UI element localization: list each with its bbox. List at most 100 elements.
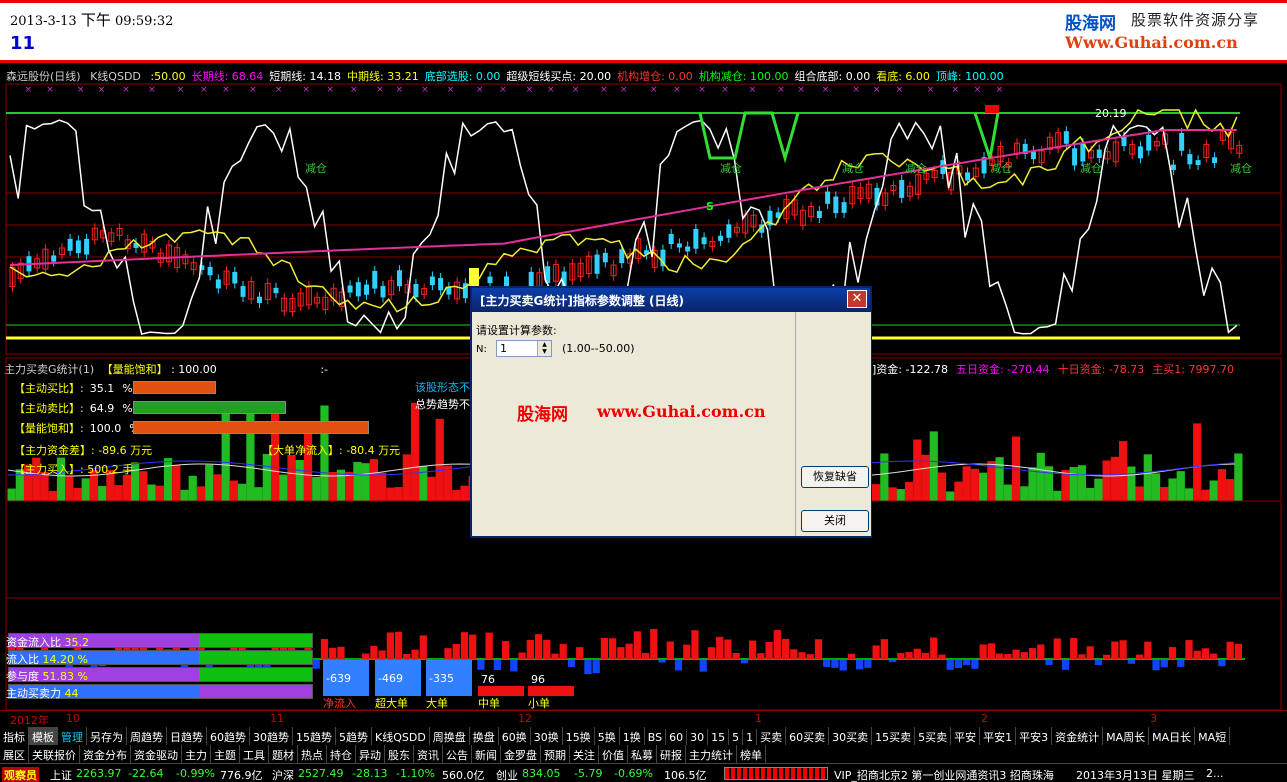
toolbar2-tab-20[interactable]: 研报 — [657, 745, 686, 763]
flow-bar-in — [1119, 640, 1127, 659]
toolbar1-tab-12[interactable]: 换盘 — [470, 727, 499, 745]
toolbar2-tab-21[interactable]: 主力统计 — [686, 745, 737, 763]
flow-box-value-2: -335 — [429, 672, 454, 685]
toolbar1-tab-34[interactable]: MA日长 — [1149, 727, 1196, 745]
toolbar2-tab-0[interactable]: 展区 — [0, 745, 29, 763]
flow-bar-in — [460, 632, 469, 659]
toolbar1-tab-20[interactable]: 30 — [687, 729, 709, 745]
toolbar1-tab-32[interactable]: 资金统计 — [1052, 727, 1104, 745]
toolbar2-tab-16[interactable]: 预期 — [541, 745, 570, 763]
watermark-url: www.Guhai.com.cn — [597, 402, 766, 421]
flow-bar-out — [856, 660, 864, 670]
toolbar2-tab-14[interactable]: 新闻 — [472, 745, 501, 763]
close-icon[interactable]: ✕ — [847, 290, 867, 308]
toolbar1-tab-33[interactable]: MA周长 — [1103, 727, 1150, 745]
flow-bar-out — [1094, 660, 1103, 666]
toolbar1-tab-26[interactable]: 30买卖 — [829, 727, 873, 745]
toolbar1-tab-24[interactable]: 买卖 — [757, 727, 787, 745]
volume-bar — [402, 454, 411, 501]
flow-bar-in — [1185, 640, 1193, 659]
big-inflow: 【大单净流入】: -80.4 万元 — [262, 444, 401, 457]
toolbar2-tab-18[interactable]: 价值 — [599, 745, 628, 763]
toolbar1-tab-11[interactable]: 周换盘 — [430, 727, 470, 745]
toolbar1-tab-19[interactable]: 60 — [666, 729, 688, 745]
toolbar1-tab-29[interactable]: 平安 — [951, 727, 981, 745]
brand-label[interactable]: 观察员 — [2, 767, 39, 782]
toolbar2-tab-13[interactable]: 公告 — [443, 745, 472, 763]
flow-bar-out — [584, 660, 592, 675]
toolbar2-tab-15[interactable]: 金罗盘 — [501, 745, 541, 763]
toolbar2-tab-19[interactable]: 私募 — [628, 745, 657, 763]
toolbar1-tab-8[interactable]: 15趋势 — [293, 727, 336, 745]
flow-bar-out — [477, 660, 485, 670]
toolbar2-tab-1[interactable]: 关联报价 — [29, 745, 80, 763]
toolbar1-tab-6[interactable]: 60趋势 — [207, 727, 250, 745]
toolbar1-tab-1[interactable]: 模板 — [29, 727, 58, 745]
toolbar1-tab-0[interactable]: 指标 — [0, 727, 29, 745]
volume-bar — [1160, 486, 1169, 501]
toolbar2-tab-11[interactable]: 股东 — [385, 745, 414, 763]
toolbar2-tab-12[interactable]: 资讯 — [414, 745, 443, 763]
flow-bar-in — [502, 641, 510, 659]
toolbar1-tab-15[interactable]: 15换 — [563, 727, 595, 745]
sh-pct: -0.99% — [176, 767, 215, 780]
param-n-input[interactable]: 1 ▲ ▼ — [496, 340, 552, 357]
volume-bar — [188, 475, 197, 501]
volume-bar — [1226, 479, 1235, 501]
toolbar2-tab-5[interactable]: 主题 — [211, 745, 240, 763]
toolbar1-tab-4[interactable]: 周趋势 — [127, 727, 167, 745]
toolbar1-tab-31[interactable]: 平安3 — [1016, 727, 1053, 745]
volume-bar — [303, 422, 313, 501]
toolbar1-tab-17[interactable]: 1换 — [620, 727, 645, 745]
toolbar1-tab-3[interactable]: 另存为 — [87, 727, 127, 745]
restore-default-button[interactable]: 恢复缺省 — [801, 466, 869, 488]
toolbar2-tab-7[interactable]: 题材 — [269, 745, 298, 763]
toolbar2-tab-3[interactable]: 资金驱动 — [131, 745, 182, 763]
toolbar1-tab-13[interactable]: 60换 — [499, 727, 531, 745]
toolbar1-tab-28[interactable]: 5买卖 — [915, 727, 952, 745]
toolbar1-tab-9[interactable]: 5趋势 — [336, 727, 372, 745]
volume-bar — [872, 484, 881, 501]
volume-bar — [1217, 469, 1227, 501]
dialog-titlebar[interactable]: [主力买卖G统计]指标参数调整 (日线) ✕ — [472, 288, 870, 312]
flow-bar-out — [567, 660, 576, 668]
date-tick-5: 2 — [981, 712, 988, 725]
flow-bar-in — [1226, 641, 1234, 659]
flow-bar-out — [1152, 660, 1160, 671]
news-ticker[interactable]: VIP_招商北京2 第一创业网通资讯3 招商珠海 — [834, 767, 1054, 782]
toolbar1-tab-5[interactable]: 日趋势 — [167, 727, 207, 745]
volume-bar — [1110, 456, 1120, 501]
volume-bar — [1053, 490, 1062, 501]
toolbar1-tab-2[interactable]: 管理 — [58, 727, 87, 745]
toolbar1-tab-10[interactable]: K线QSDD — [372, 727, 430, 745]
toolbar2-tab-2[interactable]: 资金分布 — [80, 745, 131, 763]
toolbar1-tab-22[interactable]: 5 — [729, 729, 744, 745]
toolbar1-tab-27[interactable]: 15买卖 — [872, 727, 916, 745]
toolbar2-tab-6[interactable]: 工具 — [240, 745, 269, 763]
toolbar1-tab-16[interactable]: 5换 — [595, 727, 620, 745]
cy-pct: -0.69% — [614, 767, 653, 780]
status-date: 2013年3月13日 星期三 — [1076, 769, 1195, 782]
volume-bar — [345, 471, 354, 501]
toolbar1-tab-35[interactable]: MA短 — [1195, 727, 1231, 745]
flow-bar-in — [1086, 646, 1094, 659]
flow-bar-in — [1234, 643, 1242, 659]
toolbar2-tab-8[interactable]: 热点 — [298, 745, 327, 763]
spin-stepper-icon[interactable]: ▲ ▼ — [537, 341, 551, 356]
toolbar1-tab-21[interactable]: 15 — [708, 729, 730, 745]
volume-bar — [1102, 460, 1111, 501]
toolbar1-tab-25[interactable]: 60买卖 — [786, 727, 830, 745]
toolbar1-tab-7[interactable]: 30趋势 — [250, 727, 293, 745]
toolbar2-tab-10[interactable]: 异动 — [356, 745, 385, 763]
toolbar2-tab-4[interactable]: 主力 — [182, 745, 211, 763]
toolbar1-tab-30[interactable]: 平安1 — [980, 727, 1017, 745]
toolbar2-tab-17[interactable]: 关注 — [570, 745, 599, 763]
toolbar2-tab-9[interactable]: 持仓 — [327, 745, 356, 763]
flow-bar-in — [329, 647, 337, 659]
toolbar2-tab-22[interactable]: 榜单 — [737, 745, 766, 763]
toolbar1-tab-23[interactable]: 1 — [743, 729, 758, 745]
toolbar1-tab-18[interactable]: BS — [645, 729, 667, 745]
close-button[interactable]: 关闭 — [801, 510, 869, 532]
toolbar1-tab-14[interactable]: 30换 — [531, 727, 563, 745]
flow-bar-out — [864, 660, 872, 668]
